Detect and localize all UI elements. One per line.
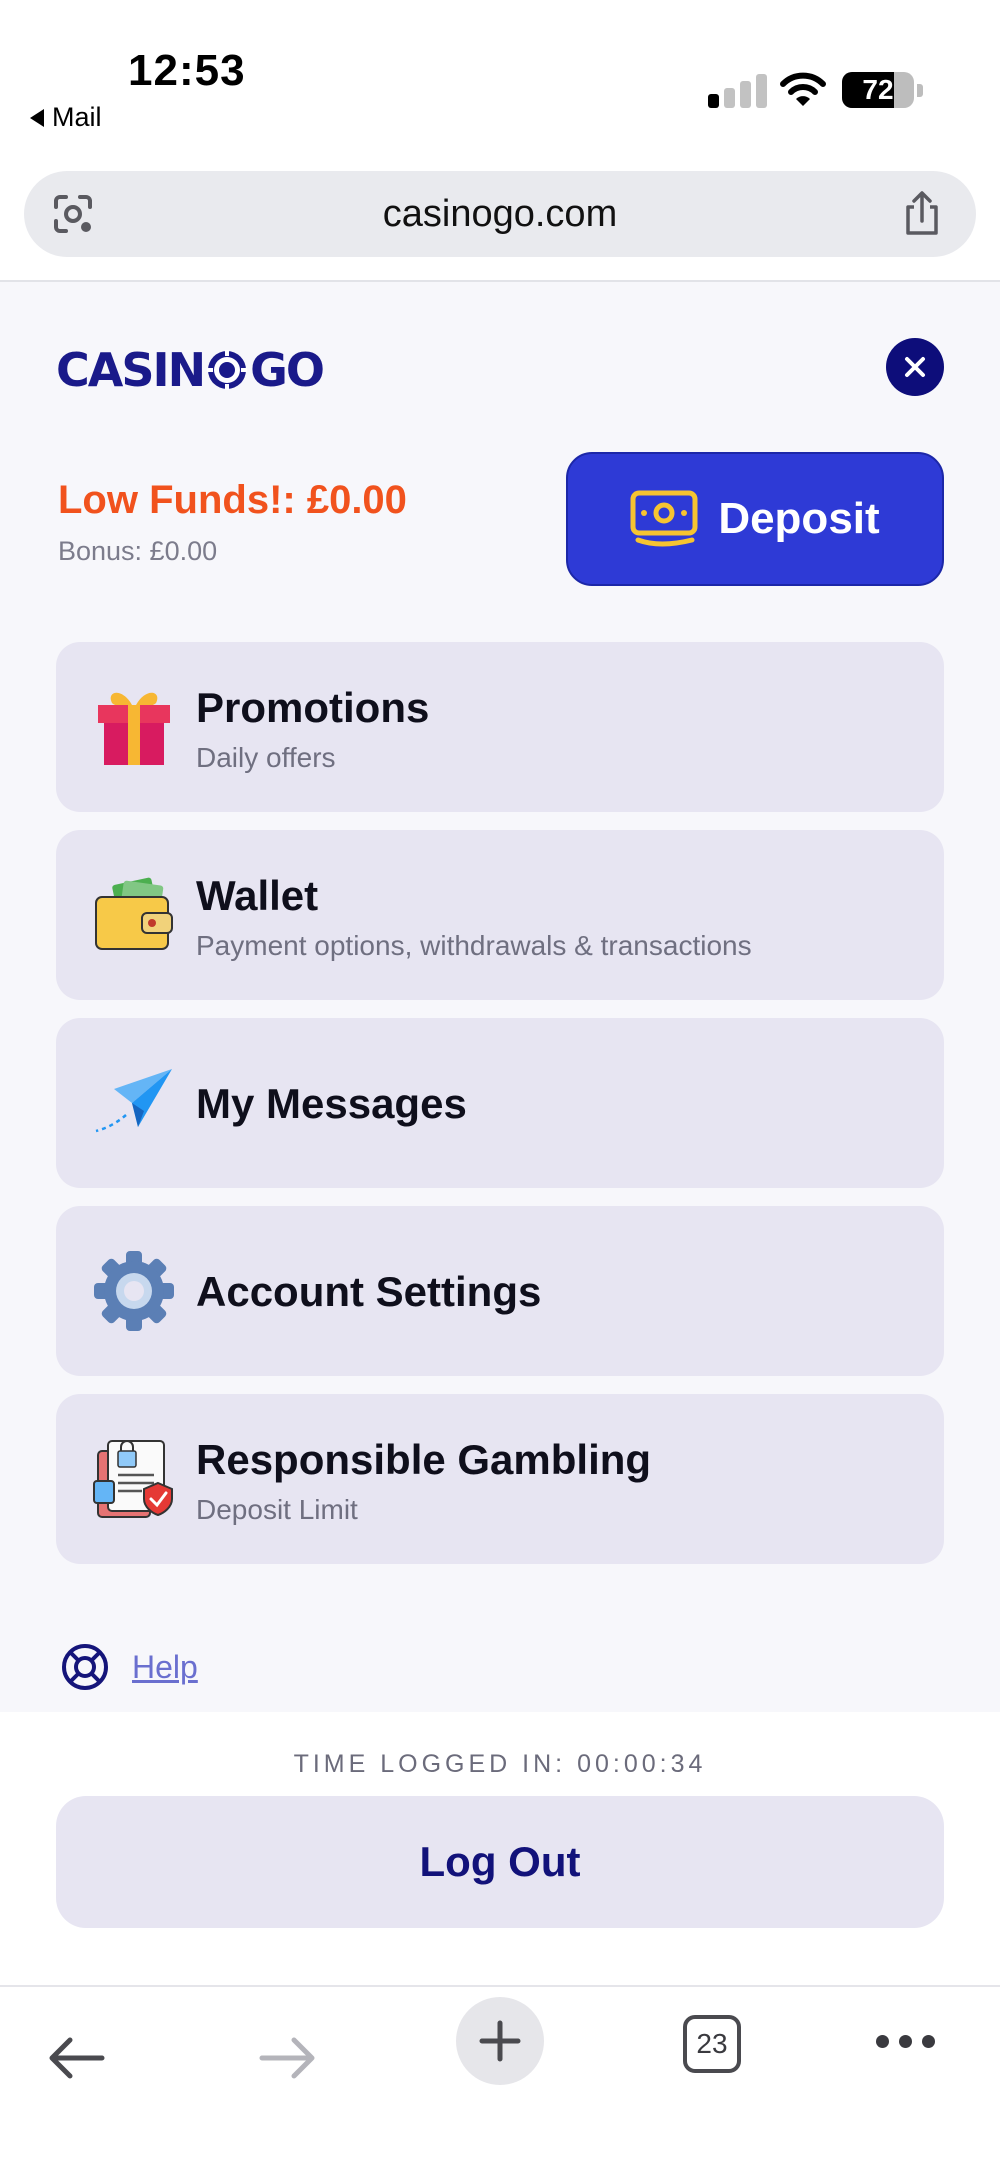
- status-time: 12:53: [128, 46, 246, 95]
- share-icon[interactable]: [902, 191, 942, 237]
- battery-level: 72: [862, 74, 894, 105]
- back-triangle-icon: [30, 108, 44, 127]
- menu-item-account-settings[interactable]: Account Settings: [56, 1206, 944, 1376]
- address-bar[interactable]: casinogo.com: [24, 171, 976, 257]
- back-to-app-link[interactable]: Mail: [30, 102, 102, 133]
- wallet-icon: [95, 877, 173, 950]
- menu-item-my-messages[interactable]: My Messages: [56, 1018, 944, 1188]
- wifi-icon: [780, 72, 826, 106]
- more-options-icon[interactable]: [876, 2035, 935, 2048]
- account-menu-panel: CASIN GO Low Funds!: £0.00 Bonus: £0.00: [0, 282, 1000, 1712]
- account-settings-title: Account Settings: [196, 1268, 542, 1315]
- gear-icon: [94, 1251, 174, 1331]
- back-app-label: Mail: [52, 102, 102, 132]
- browser-toolbar: 23: [0, 1985, 1000, 2171]
- battery-icon: 72: [842, 72, 914, 108]
- wallet-title: Wallet: [196, 872, 319, 919]
- my-messages-title: My Messages: [196, 1080, 467, 1127]
- help-link[interactable]: Help: [60, 1642, 198, 1692]
- responsible-gambling-subtitle: Deposit Limit: [196, 1494, 358, 1525]
- wallet-subtitle: Payment options, withdrawals & transacti…: [196, 930, 752, 961]
- logo-text-left: CASIN: [56, 343, 206, 397]
- promotions-subtitle: Daily offers: [196, 742, 336, 773]
- battery-tip: [917, 84, 923, 97]
- low-funds-balance: Low Funds!: £0.00: [58, 478, 407, 522]
- back-arrow-icon[interactable]: [44, 2033, 108, 2083]
- cellular-signal-icon: [708, 74, 767, 108]
- menu-item-wallet[interactable]: Wallet Payment options, withdrawals & tr…: [56, 830, 944, 1000]
- help-label: Help: [132, 1648, 198, 1685]
- document-shield-icon: [93, 1440, 173, 1518]
- new-tab-button[interactable]: [456, 1997, 544, 2085]
- casino-chip-icon: [207, 350, 248, 390]
- menu-item-promotions[interactable]: Promotions Daily offers: [56, 642, 944, 812]
- plus-icon: [479, 2020, 521, 2062]
- deposit-label: Deposit: [718, 494, 880, 543]
- status-bar: 12:53 Mail 72: [0, 0, 1000, 160]
- close-icon: [905, 357, 925, 377]
- cash-icon: [630, 490, 698, 547]
- lifebuoy-icon: [62, 1644, 108, 1690]
- responsible-gambling-title: Responsible Gambling: [196, 1436, 652, 1483]
- logo-text-right: GO: [250, 343, 325, 397]
- bonus-balance: Bonus: £0.00: [58, 536, 218, 566]
- forward-arrow-icon[interactable]: [256, 2033, 320, 2083]
- promotions-title: Promotions: [196, 684, 430, 731]
- casinogo-logo[interactable]: CASIN GO: [56, 343, 325, 397]
- close-menu-button[interactable]: [886, 338, 944, 396]
- time-logged-in: TIME LOGGED IN: 00:00:34: [293, 1750, 707, 1778]
- paper-plane-icon: [95, 1069, 172, 1133]
- menu-item-responsible-gambling[interactable]: Responsible Gambling Deposit Limit: [56, 1394, 944, 1564]
- log-out-button[interactable]: Log Out: [56, 1796, 944, 1928]
- tab-switcher-button[interactable]: 23: [683, 2015, 741, 2073]
- url-text: casinogo.com: [382, 193, 618, 235]
- deposit-button[interactable]: Deposit: [566, 452, 944, 586]
- gift-icon: [98, 692, 170, 765]
